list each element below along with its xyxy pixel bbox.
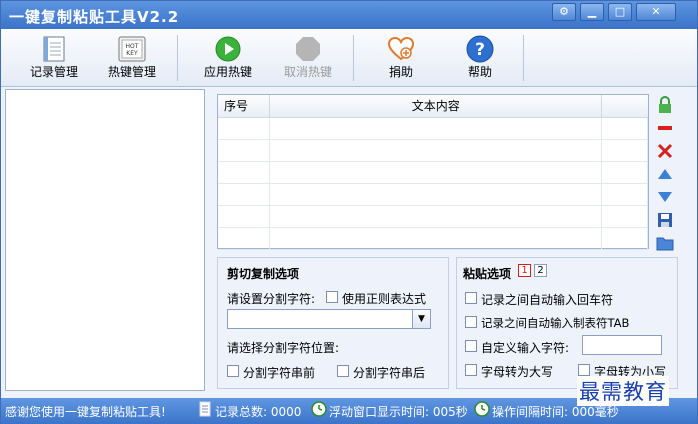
open-folder-button[interactable] (655, 233, 675, 253)
move-up-button[interactable] (655, 164, 675, 184)
help-icon: ? (465, 35, 495, 63)
toolbar-separator (353, 35, 354, 81)
maximize-icon: □ (614, 5, 626, 18)
apply-hotkey-label: 应用热键 (203, 65, 252, 79)
move-down-button[interactable] (655, 187, 675, 207)
play-icon (213, 35, 243, 63)
paste-tab-1[interactable]: 1 (518, 264, 531, 277)
table-row[interactable] (218, 183, 648, 206)
window-title: 一键复制粘贴工具V2.2 (9, 8, 180, 26)
minimize-icon: ▁ (587, 5, 597, 18)
custom-char-input[interactable] (582, 335, 662, 355)
split-after-checkbox[interactable] (337, 365, 349, 377)
record-manage-button[interactable]: 记录管理 (19, 33, 89, 85)
split-before-label: 分割字符串前 (243, 366, 316, 380)
settings-button[interactable]: ⚙ (552, 3, 576, 21)
folder-icon (656, 237, 674, 251)
svg-text:?: ? (475, 40, 485, 60)
delete-x-icon (657, 143, 673, 159)
arrow-up-icon (658, 169, 672, 179)
save-icon (658, 213, 672, 227)
table-row[interactable] (218, 161, 648, 184)
lock-button[interactable] (655, 95, 675, 115)
donate-button[interactable]: 捐助 (366, 33, 436, 85)
uppercase-checkbox[interactable] (465, 364, 477, 376)
toolbar-separator (523, 35, 524, 81)
hotkey-manage-button[interactable]: HOT KEY 热键管理 (97, 33, 167, 85)
toolbar: 记录管理 HOT KEY 热键管理 应用热键 取消热键 捐助 ? 帮助 (1, 29, 697, 87)
minus-icon (658, 126, 672, 130)
split-after-label: 分割字符串后 (353, 366, 426, 380)
heart-icon (386, 35, 416, 63)
separator-select[interactable]: ▼ (227, 309, 431, 329)
record-action-bar (655, 95, 677, 256)
regex-checkbox[interactable] (326, 291, 338, 303)
lock-icon (659, 96, 671, 113)
hotkey-manage-label: 热键管理 (107, 65, 156, 79)
separator-position-label: 请选择分割字符位置: (227, 341, 340, 355)
chevron-down-icon[interactable]: ▼ (412, 310, 430, 328)
close-button[interactable]: ✕ (636, 3, 676, 21)
paste-tab-2[interactable]: 2 (534, 264, 547, 277)
auto-tab-label: 记录之间自动输入制表符TAB (481, 316, 630, 330)
regex-label: 使用正则表达式 (342, 292, 427, 306)
cancel-hotkey-button[interactable]: 取消热键 (273, 33, 343, 85)
delete-button[interactable] (655, 141, 675, 161)
clock-icon (474, 401, 490, 420)
maximize-button[interactable]: □ (608, 3, 632, 21)
title-bar: 一键复制粘贴工具V2.2 ⚙ ▁ □ ✕ (1, 1, 697, 29)
donate-label: 捐助 (388, 65, 413, 79)
record-manage-label: 记录管理 (29, 65, 78, 79)
column-header-index[interactable]: 序号 (218, 95, 271, 118)
arrow-down-icon (658, 192, 672, 202)
notebook-icon (39, 35, 69, 63)
lowercase-checkbox[interactable] (578, 364, 590, 376)
record-tree-panel[interactable] (5, 89, 205, 391)
auto-enter-checkbox[interactable] (465, 292, 477, 304)
uppercase-label: 字母转为大写 (481, 365, 554, 379)
remove-button[interactable] (655, 118, 675, 138)
svg-text:HOT: HOT (126, 43, 139, 50)
status-float-time: 浮动窗口显示时间: 005秒 (329, 405, 468, 419)
close-icon: ✕ (651, 5, 661, 18)
watermark: 最需教育 (577, 376, 669, 406)
hotkey-icon: HOT KEY (117, 35, 147, 63)
apply-hotkey-button[interactable]: 应用热键 (193, 33, 263, 85)
record-grid[interactable]: 序号 文本内容 (217, 94, 649, 250)
custom-char-label: 自定义输入字符: (481, 341, 570, 355)
page-icon (199, 401, 211, 420)
custom-char-checkbox[interactable] (465, 340, 477, 352)
status-thanks: 感谢您使用一键复制粘贴工具! (5, 405, 166, 419)
save-button[interactable] (655, 210, 675, 230)
separator-label: 请设置分割字符: (227, 292, 316, 306)
split-before-checkbox[interactable] (227, 365, 239, 377)
help-button[interactable]: ? 帮助 (445, 33, 515, 85)
auto-tab-checkbox[interactable] (465, 316, 477, 328)
table-row[interactable] (218, 227, 648, 250)
table-row[interactable] (218, 117, 648, 140)
minimize-button[interactable]: ▁ (580, 3, 604, 21)
help-label: 帮助 (467, 65, 492, 79)
column-header-text[interactable]: 文本内容 (269, 95, 603, 118)
table-row[interactable] (218, 139, 648, 162)
column-header-blank (601, 95, 648, 118)
stop-icon (293, 35, 323, 63)
status-record-total: 记录总数: 0000 (215, 405, 302, 419)
gear-icon: ⚙ (559, 5, 569, 18)
main-window: 一键复制粘贴工具V2.2 ⚙ ▁ □ ✕ 记录管理 HOT KEY 热键管理 应用… (0, 0, 698, 424)
auto-enter-label: 记录之间自动输入回车符 (481, 293, 614, 307)
toolbar-separator (177, 35, 178, 81)
svg-text:KEY: KEY (126, 50, 138, 57)
table-row[interactable] (218, 205, 648, 228)
cancel-hotkey-label: 取消热键 (283, 65, 332, 79)
clock-icon (311, 401, 327, 420)
paste-options-title: 粘贴选项 (463, 267, 512, 281)
cut-copy-options-title: 剪切复制选项 (227, 267, 300, 281)
